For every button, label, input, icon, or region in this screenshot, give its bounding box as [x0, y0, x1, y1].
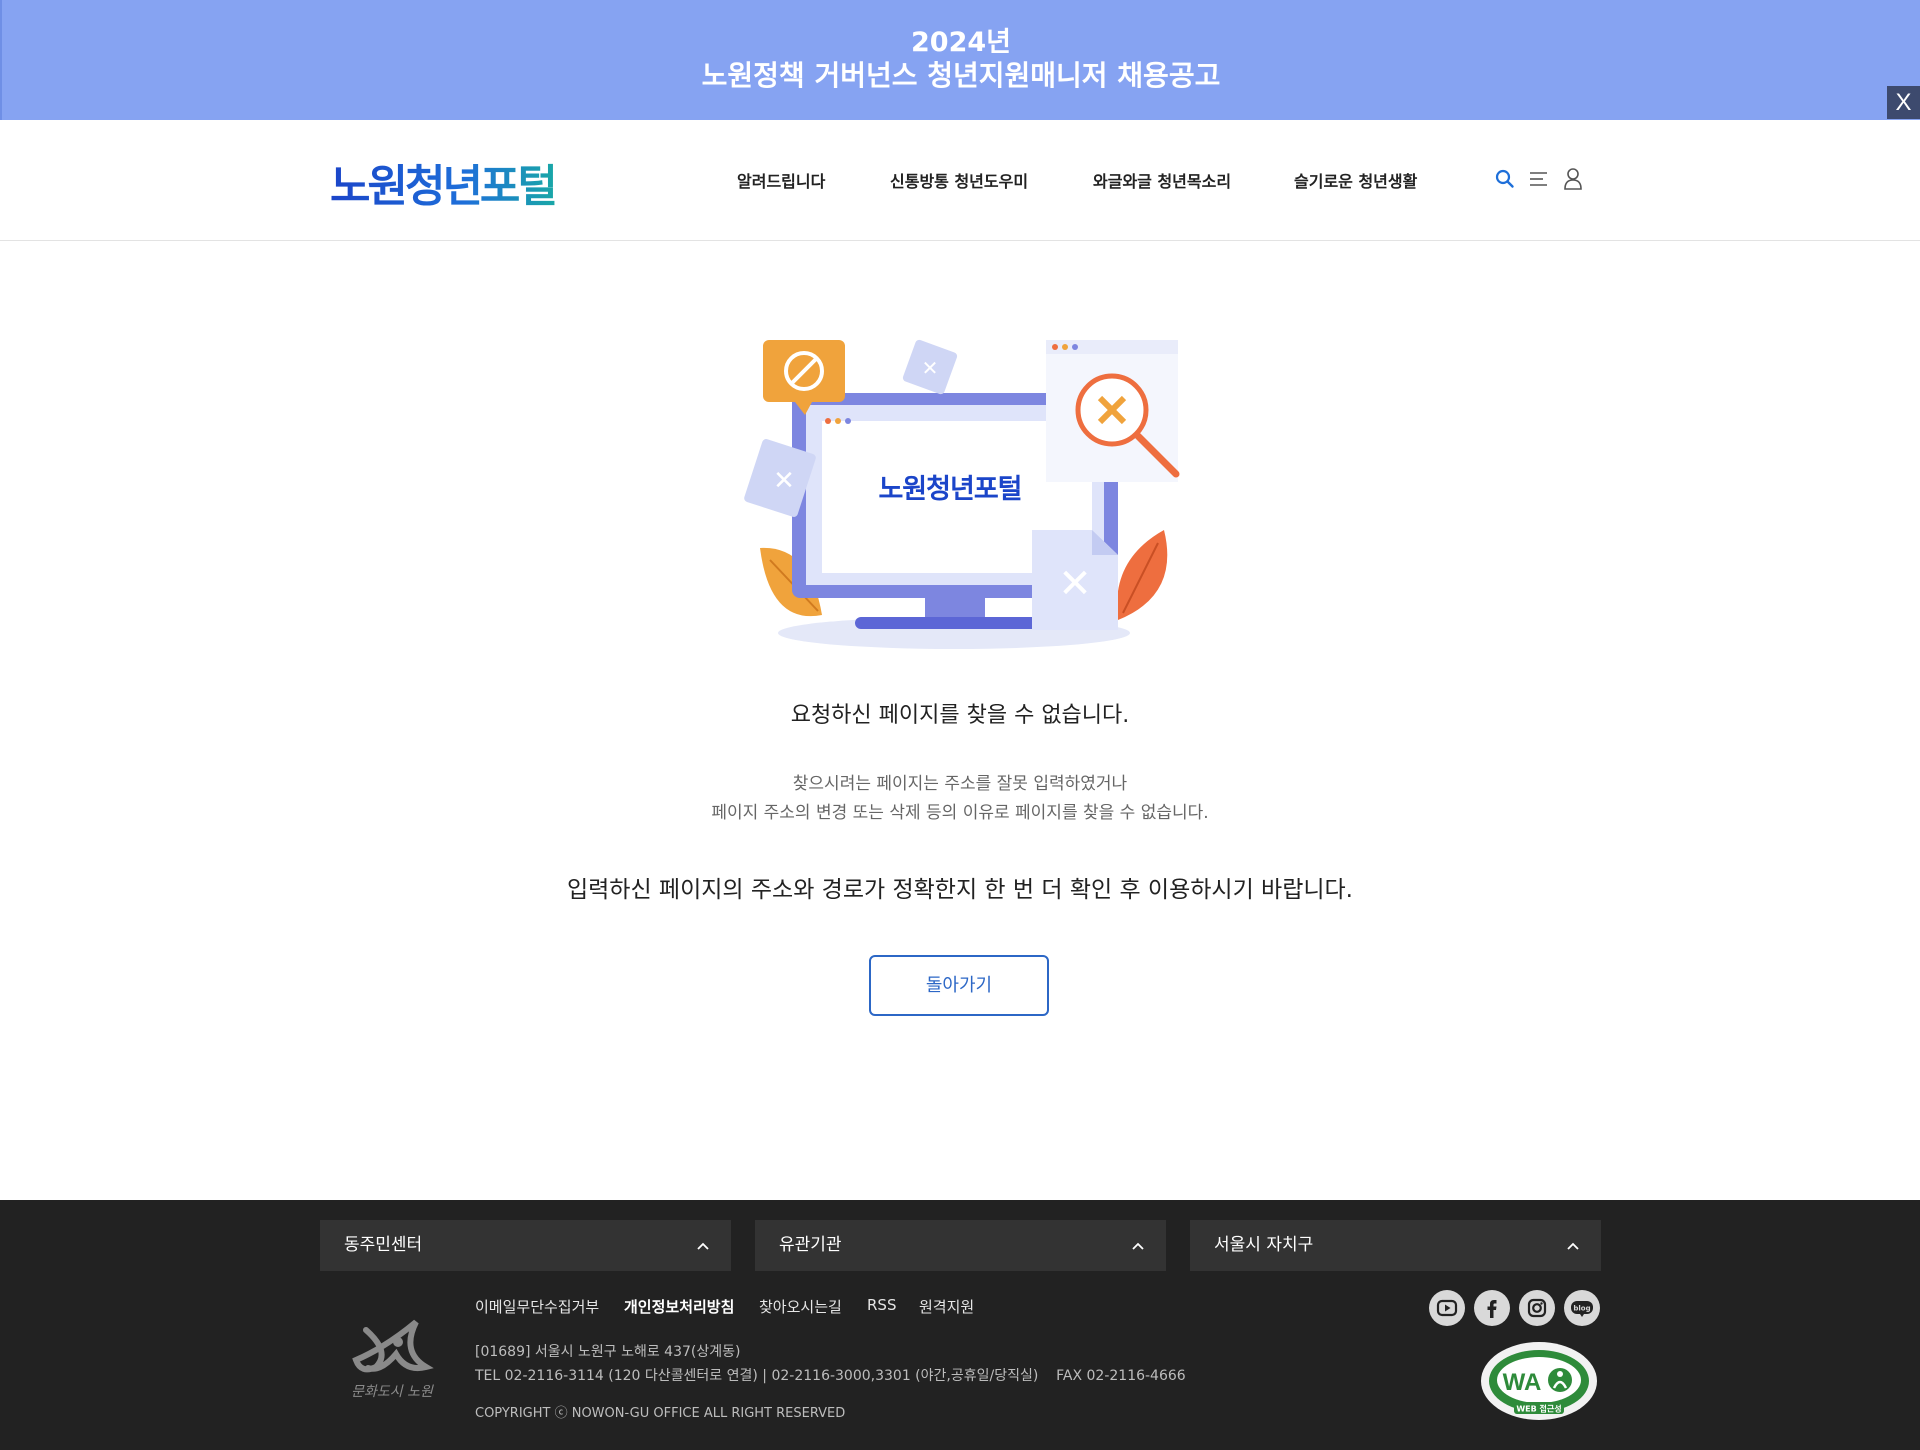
select-related-org-label: 유관기관	[779, 1235, 842, 1255]
site-header: 노원청년포털 알려드립니다 신통방통 청년도우미 와글와글 청년목소리 슬기로운…	[0, 120, 1920, 241]
banner-title[interactable]: 노원정책 거버넌스 청년지원매니저 채용공고	[2, 59, 1920, 92]
copyright: COPYRIGHT ⓒ NOWON-GU OFFICE ALL RIGHT RE…	[475, 1406, 846, 1421]
chevron-up-icon	[697, 1242, 709, 1250]
fax-text: FAX 02-2116-4666	[1056, 1368, 1186, 1384]
svg-text:✕: ✕	[922, 356, 939, 380]
blog-icon-text: blog	[1573, 1305, 1590, 1313]
back-button[interactable]: 돌아가기	[869, 955, 1049, 1016]
nav-item-helper[interactable]: 신통방통 청년도우미	[890, 168, 1028, 192]
footer-link-email-refusal[interactable]: 이메일무단수집거부	[475, 1296, 599, 1317]
wa-caption-text: WEB 접근성	[1516, 1404, 1561, 1414]
select-seoul-district-label: 서울시 자치구	[1214, 1235, 1314, 1255]
facebook-icon[interactable]	[1474, 1290, 1510, 1326]
footer-link-remote-support[interactable]: 원격지원	[919, 1296, 974, 1317]
contact-line: TEL 02-2116-3114 (120 다산콜센터로 연결) | 02-21…	[475, 1364, 1186, 1388]
nav-item-voice[interactable]: 와글와글 청년목소리	[1093, 168, 1231, 192]
footer-link-directions[interactable]: 찾아오시는길	[759, 1296, 842, 1317]
web-accessibility-mark: WA WEB 접근성	[1478, 1340, 1600, 1422]
banner-close-button[interactable]: X	[1887, 86, 1920, 119]
site-logo[interactable]: 노원청년포털	[330, 150, 558, 214]
not-found-illustration: 노원청년포털 ✕ ✕ ✕	[740, 335, 1180, 655]
select-seoul-district[interactable]: 서울시 자치구	[1190, 1220, 1601, 1271]
tel-text: TEL 02-2116-3114 (120 다산콜센터로 연결) | 02-21…	[475, 1368, 1039, 1384]
banner-year[interactable]: 2024년	[2, 26, 1920, 59]
chevron-up-icon	[1567, 1242, 1579, 1250]
wa-badge-text: WA	[1503, 1369, 1542, 1396]
footer-link-rss[interactable]: RSS	[867, 1296, 896, 1314]
nav-item-notice[interactable]: 알려드립니다	[737, 168, 825, 192]
blog-icon[interactable]: blog	[1564, 1290, 1600, 1326]
instagram-icon[interactable]	[1519, 1290, 1555, 1326]
nowon-emblem: 문화도시 노원	[346, 1312, 446, 1400]
footer-link-privacy[interactable]: 개인정보처리방침	[624, 1296, 734, 1317]
error-desc-line2: 페이지 주소의 변경 또는 삭제 등의 이유로 페이지를 찾을 수 없습니다.	[711, 803, 1209, 823]
banner-text[interactable]: 2024년 노원정책 거버넌스 청년지원매니저 채용공고	[2, 26, 1920, 92]
select-community-center[interactable]: 동주민센터	[320, 1220, 731, 1271]
menu-icon[interactable]	[1528, 166, 1550, 192]
footer-address: [01689] 서울시 노원구 노해로 437(상계동) TEL 02-2116…	[475, 1340, 1186, 1388]
error-title: 요청하신 페이지를 찾을 수 없습니다.	[790, 703, 1130, 728]
error-description: 찾으시려는 페이지는 주소를 잘못 입력하였거나 페이지 주소의 변경 또는 삭…	[0, 770, 1920, 828]
header-utility	[1492, 166, 1582, 192]
search-icon[interactable]	[1494, 166, 1516, 192]
chevron-up-icon	[1132, 1242, 1144, 1250]
user-icon[interactable]	[1562, 166, 1584, 192]
site-footer: 동주민센터 유관기관 서울시 자치구 문화도시 노원 이메일무단수집거부 개인정…	[0, 1200, 1920, 1450]
emblem-text: 문화도시 노원	[351, 1384, 434, 1400]
youtube-icon[interactable]	[1429, 1290, 1465, 1326]
select-community-center-label: 동주민센터	[344, 1235, 423, 1255]
svg-text:✕: ✕	[773, 466, 795, 496]
svg-text:✕: ✕	[1058, 561, 1092, 607]
address-line: [01689] 서울시 노원구 노해로 437(상계동)	[475, 1344, 741, 1360]
error-note: 입력하신 페이지의 주소와 경로가 정확한지 한 번 더 확인 후 이용하시기 …	[566, 877, 1353, 903]
screen-logo: 노원청년포털	[878, 474, 1021, 505]
top-banner[interactable]: 2024년 노원정책 거버넌스 청년지원매니저 채용공고 X	[0, 0, 1920, 120]
error-desc-line1: 찾으시려는 페이지는 주소를 잘못 입력하였거나	[792, 774, 1128, 794]
select-related-org[interactable]: 유관기관	[755, 1220, 1166, 1271]
nav-item-life[interactable]: 슬기로운 청년생활	[1294, 168, 1417, 192]
